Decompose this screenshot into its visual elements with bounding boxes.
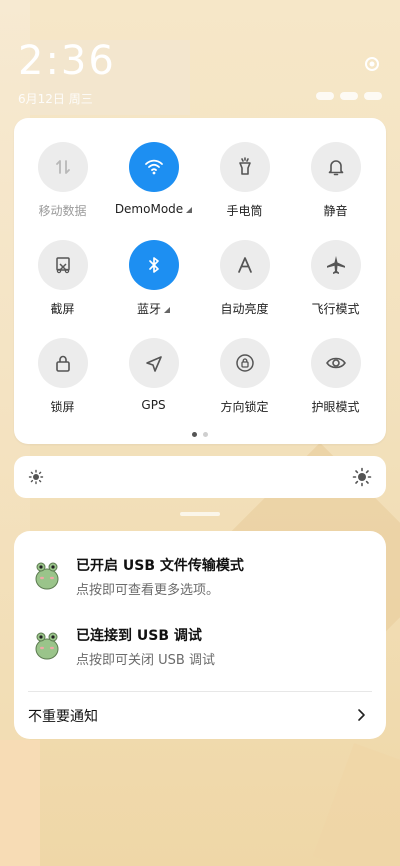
notification-title: 已连接到 USB 调试 [76, 628, 202, 644]
notification-subtitle: 点按即可关闭 USB 调试 [76, 653, 215, 668]
notification-usb-debugging[interactable]: 已连接到 USB 调试 点按即可关闭 USB 调试 [34, 625, 374, 685]
tile-label: 飞行模式 [311, 302, 360, 316]
gps-icon [128, 338, 179, 388]
page-dot [203, 432, 208, 437]
tile-mute[interactable]: 静音 [290, 142, 381, 219]
screenshot-icon [37, 240, 88, 290]
tile-label: 蓝牙 [108, 300, 199, 317]
tile-label: 静音 [323, 204, 348, 218]
tile-lock-screen[interactable]: 锁屏 [17, 338, 108, 415]
wallpaper-strip [0, 740, 40, 866]
tile-label: DemoMode [108, 202, 199, 216]
notification-title: 已开启 USB 文件传输模式 [76, 558, 244, 574]
divider [28, 691, 372, 692]
clock: 2:36 [18, 38, 116, 84]
notification-subtitle: 点按即可查看更多选项。 [76, 583, 220, 598]
tile-airplane[interactable]: 飞行模式 [290, 240, 381, 317]
auto-brightness-icon [219, 240, 270, 290]
mobile-data-icon [37, 142, 88, 192]
android-frog-icon [34, 631, 60, 661]
notification-panel: 已开启 USB 文件传输模式 点按即可查看更多选项。 已连接到 USB 调试 点… [14, 531, 386, 739]
rotation-lock-icon [219, 338, 270, 388]
system-icons [316, 92, 382, 100]
lock-icon [37, 338, 88, 388]
tile-wifi[interactable]: DemoMode [108, 142, 199, 216]
expand-caret-icon [186, 207, 193, 213]
bell-icon [310, 142, 361, 192]
tile-bluetooth[interactable]: 蓝牙 [108, 240, 199, 317]
tile-screenshot[interactable]: 截屏 [17, 240, 108, 317]
signal-icon [316, 92, 334, 100]
tile-auto-brightness[interactable]: 自动亮度 [199, 240, 290, 317]
wifi-icon [128, 142, 179, 192]
tile-label: 锁屏 [50, 400, 75, 414]
tile-gps[interactable]: GPS [108, 338, 199, 412]
bluetooth-icon [128, 240, 179, 290]
chevron-right-icon [354, 707, 368, 721]
footer-label: 不重要通知 [28, 709, 98, 725]
tile-label: 截屏 [50, 302, 75, 316]
flashlight-icon [219, 142, 270, 192]
airplane-icon [310, 240, 361, 290]
tile-label: 方向锁定 [220, 400, 269, 414]
tile-mobile-data[interactable]: 移动数据 [17, 142, 108, 219]
tile-label: 手电筒 [226, 204, 263, 218]
wallpaper-shape [313, 743, 400, 866]
android-frog-icon [34, 561, 60, 591]
date: 6月12日 周三 [18, 92, 93, 106]
tile-label: GPS [141, 398, 166, 412]
eye-icon [310, 338, 361, 388]
page-indicator [192, 432, 208, 437]
brightness-high-icon [352, 467, 372, 487]
battery-icon [364, 92, 382, 100]
tile-label: 自动亮度 [220, 302, 269, 316]
tile-eye-comfort[interactable]: 护眼模式 [290, 338, 381, 415]
drag-handle[interactable] [180, 512, 220, 516]
unimportant-notifications-row[interactable]: 不重要通知 [28, 701, 372, 733]
settings-gear-icon[interactable] [362, 54, 382, 74]
notification-usb-file-transfer[interactable]: 已开启 USB 文件传输模式 点按即可查看更多选项。 [34, 555, 374, 615]
brightness-low-icon [28, 469, 44, 485]
brightness-slider[interactable] [14, 456, 386, 498]
tile-label: 移动数据 [38, 204, 87, 218]
tile-label: 护眼模式 [311, 400, 360, 414]
control-center: 移动数据 DemoMode 手电筒 静音 截屏 蓝牙 自动亮度 飞行模式 锁屏 … [14, 118, 386, 444]
tile-rotation-lock[interactable]: 方向锁定 [199, 338, 290, 415]
tile-flashlight[interactable]: 手电筒 [199, 142, 290, 219]
status-bar: 2:36 6月12日 周三 [0, 0, 400, 112]
page-dot-active [192, 432, 197, 437]
expand-caret-icon [164, 307, 170, 313]
wifi-status-icon [340, 92, 358, 100]
